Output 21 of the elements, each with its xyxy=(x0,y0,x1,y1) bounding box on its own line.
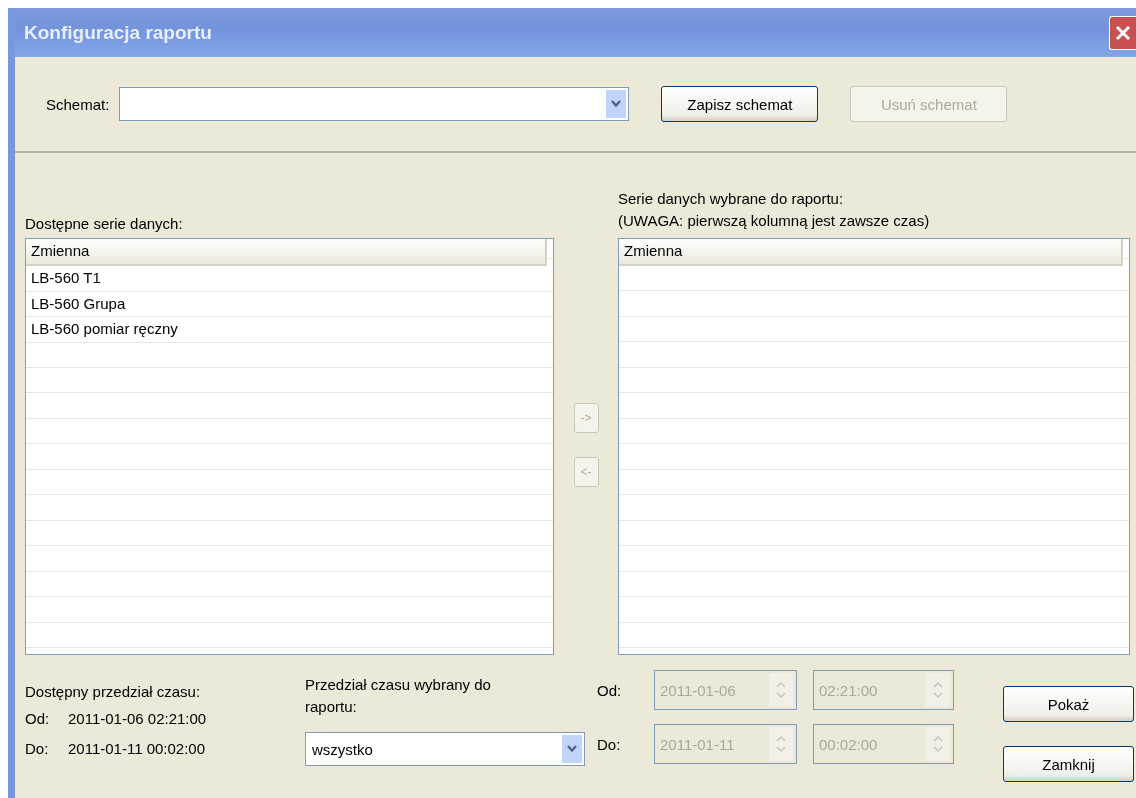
schema-label: Schemat: xyxy=(46,95,110,113)
range-value: 2011-01-06 02:21:00 xyxy=(68,709,207,729)
list-label: Serie danych wybrane do raportu: xyxy=(618,189,845,209)
range-dropdown[interactable]: wszystko xyxy=(305,732,585,766)
range-value: 2011-01-11 00:02:00 xyxy=(68,739,206,759)
save-schema-button[interactable]: Zapisz schemat xyxy=(661,86,819,122)
range-label: Od: xyxy=(597,681,623,699)
window-title: Konfiguracja raportu xyxy=(24,21,212,44)
show-button[interactable]: Pokaż xyxy=(1003,686,1134,722)
list-label: Dostępne serie danych: xyxy=(25,215,183,232)
range-label: Do: xyxy=(25,739,50,759)
range-label: Od: xyxy=(25,709,51,729)
schema-dropdown[interactable] xyxy=(119,87,630,121)
range-label: Dostępny przedział czasu: xyxy=(25,682,202,702)
range-label: Przedział czasu wybrany do raportu: xyxy=(305,675,492,717)
column-header[interactable]: Zmienna xyxy=(619,239,1123,266)
close-icon[interactable] xyxy=(1109,15,1136,50)
column-header[interactable]: Zmienna xyxy=(26,239,547,266)
list-label: (UWAGA: pierwszą kolumną jest zawsze czas) xyxy=(618,211,931,231)
close-button[interactable]: Zamknij xyxy=(1003,746,1134,782)
range-label: Do: xyxy=(597,735,622,753)
